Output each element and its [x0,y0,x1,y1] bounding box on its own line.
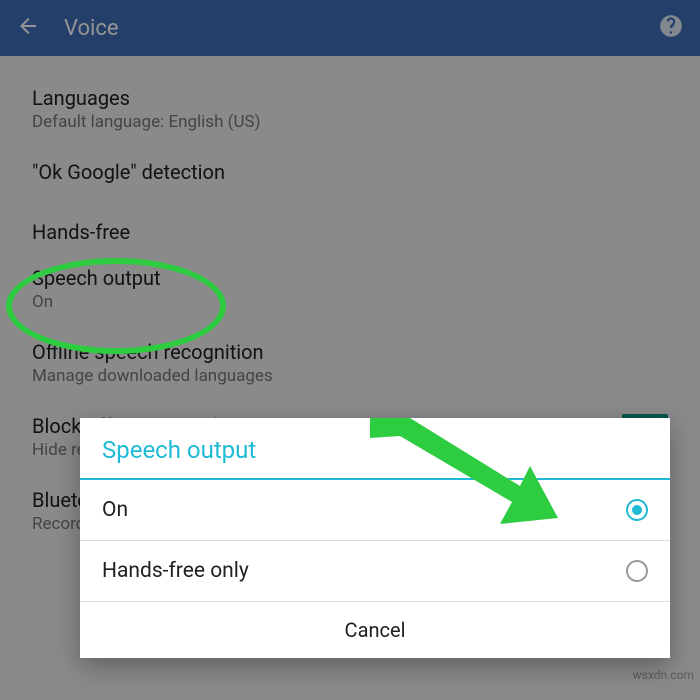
speech-output-dialog: Speech output On Hands-free only Cancel [80,418,670,658]
settings-screen: Voice Languages Default language: Englis… [0,0,700,700]
dialog-title: Speech output [80,418,670,478]
radio-label: On [102,498,128,522]
cancel-button[interactable]: Cancel [80,602,670,658]
radio-option-on[interactable]: On [80,480,670,540]
radio-label: Hands-free only [102,559,249,583]
radio-selected-icon [626,499,648,521]
watermark-text: wsxdn.com [633,668,694,682]
radio-unselected-icon [626,560,648,582]
radio-option-hands-free-only[interactable]: Hands-free only [80,541,670,601]
